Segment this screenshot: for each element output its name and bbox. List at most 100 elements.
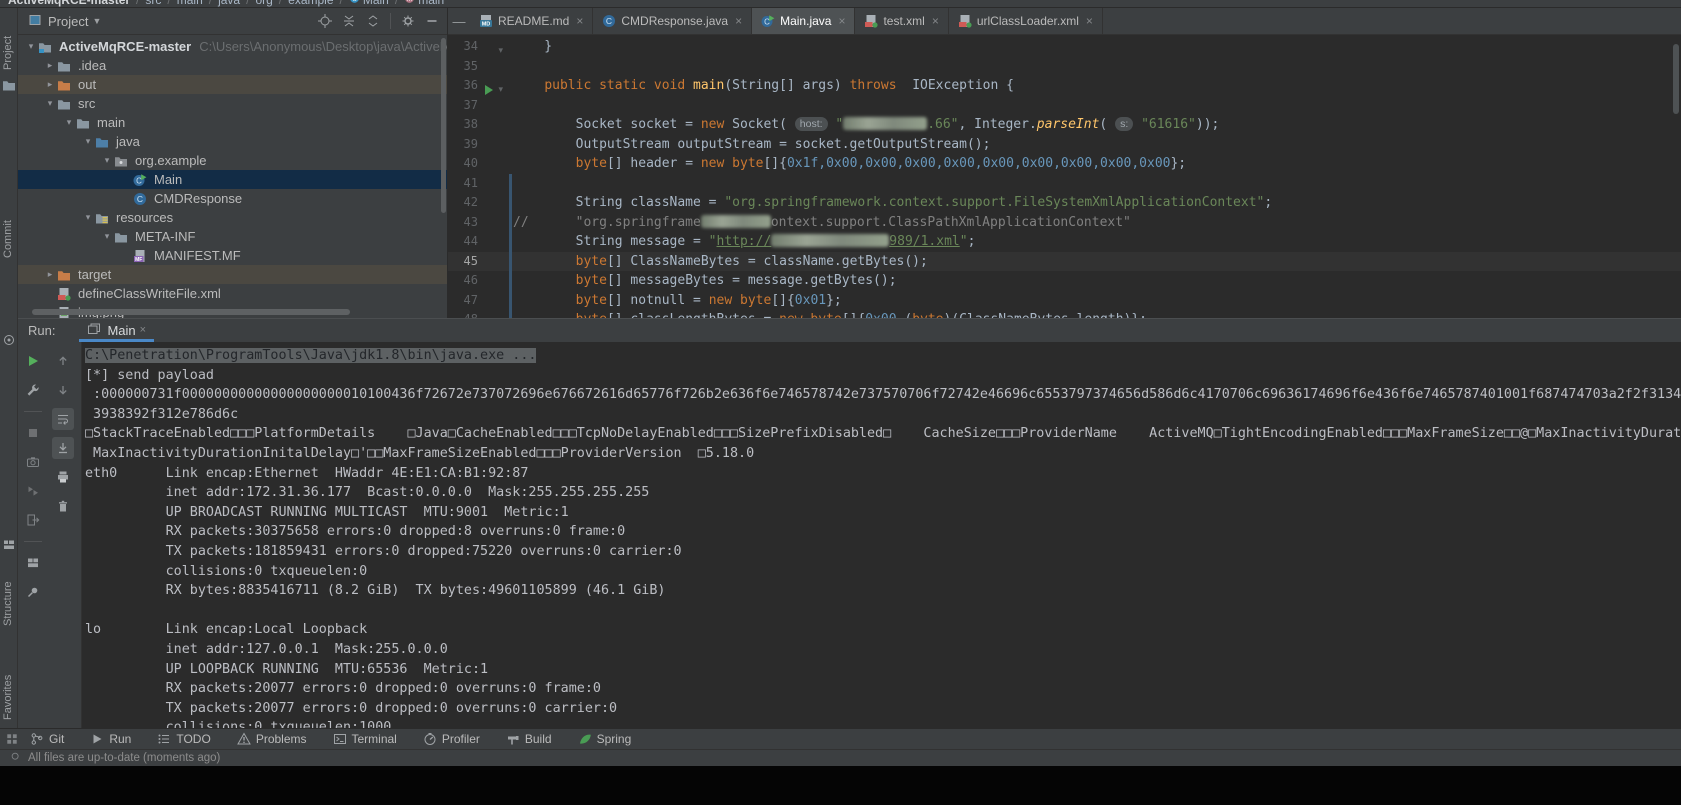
toolwindow-button-build[interactable]: Build [506, 732, 552, 746]
arrow-up-button[interactable] [52, 350, 74, 372]
tree-expander-icon[interactable]: ▾ [81, 208, 95, 227]
toolwindow-button-profiler[interactable]: Profiler [423, 732, 480, 746]
code-line-44[interactable]: 44 String message = "http://989/1.xml"; [448, 232, 1681, 252]
toolwindow-button-todo[interactable]: TODO [157, 732, 210, 746]
toolwindow-button-spring[interactable]: Spring [578, 732, 632, 746]
tree-expander-icon[interactable]: ▸ [43, 75, 57, 94]
tree-horizontal-scrollbar[interactable] [32, 309, 350, 315]
tree-vertical-scrollbar[interactable] [441, 38, 446, 213]
code-line-46[interactable]: 46 byte[] messageBytes = message.getByte… [448, 271, 1681, 291]
code-line-41[interactable]: 41 [448, 174, 1681, 194]
code-line-48[interactable]: 48 byte[] classLengthBytes = new byte[]{… [448, 310, 1681, 318]
toolwindow-button-run[interactable]: Run [90, 732, 131, 746]
tree-expander-icon[interactable]: ▾ [43, 94, 57, 113]
tree-expander-icon[interactable]: ▸ [43, 56, 57, 75]
code-line-38[interactable]: 38 Socket socket = new Socket( host: ".6… [448, 115, 1681, 135]
expand-collapse-icon[interactable] [366, 14, 380, 28]
code-editor[interactable]: 34▾ }3536▾ public static void main(Strin… [448, 35, 1681, 318]
code-line-45[interactable]: 45 byte[] ClassNameBytes = className.get… [448, 252, 1681, 272]
settings-button[interactable] [22, 379, 44, 401]
tree-item-META-INF[interactable]: ▾META-INF [18, 227, 447, 246]
breadcrumb-item-example[interactable]: example [288, 0, 333, 7]
tree-item-java[interactable]: ▾java [18, 132, 447, 151]
gear-icon[interactable] [401, 14, 415, 28]
tree-item-main[interactable]: ▾main [18, 113, 447, 132]
toolstripe-commit[interactable]: Commit [2, 220, 14, 258]
breadcrumb-item-Main[interactable]: CMain [349, 0, 389, 7]
stop-button[interactable] [22, 422, 44, 444]
layout-button[interactable] [22, 552, 44, 574]
run-tab-main[interactable]: Main × [79, 318, 154, 342]
toolwindow-button-terminal[interactable]: Terminal [333, 732, 397, 746]
project-panel-title[interactable]: Project [48, 14, 88, 29]
editor-scrollbar[interactable] [1673, 44, 1679, 114]
breadcrumb-item-ActiveMqRCE-master[interactable]: ActiveMqRCE-master [8, 0, 130, 7]
toolstripe-structure[interactable]: Structure [2, 581, 14, 626]
toolstripe-favorites[interactable]: Favorites [2, 675, 14, 720]
tree-expander-icon[interactable]: ▾ [100, 151, 114, 170]
editor-tab-urlClassLoader.xml[interactable]: urlClassLoader.xml× [949, 8, 1103, 34]
code-line-34[interactable]: 34▾ } [448, 37, 1681, 57]
breadcrumb-item-main[interactable]: main [177, 0, 203, 7]
tree-item-resources[interactable]: ▾resources [18, 208, 447, 227]
toolwindow-button-git[interactable]: Git [30, 732, 64, 746]
tree-expander-icon[interactable]: ▾ [100, 227, 114, 246]
tree-expander-icon[interactable]: ▾ [24, 37, 38, 56]
tree-item-.idea[interactable]: ▸.idea [18, 56, 447, 75]
code-line-39[interactable]: 39 OutputStream outputStream = socket.ge… [448, 135, 1681, 155]
softwrap-button[interactable] [52, 408, 74, 430]
tool-window-switcher-icon[interactable] [6, 733, 18, 745]
tree-item-out[interactable]: ▸out [18, 75, 447, 94]
tree-expander-icon[interactable]: ▾ [62, 113, 76, 132]
code-line-36[interactable]: 36▾ public static void main(String[] arg… [448, 76, 1681, 96]
tree-item-Main[interactable]: CMain [18, 170, 447, 189]
minus-icon[interactable] [425, 14, 439, 28]
code-line-43[interactable]: 43// "org.springframeontext.support.Clas… [448, 213, 1681, 233]
exit-button[interactable] [22, 509, 44, 531]
editor-tab-CMDResponse.java[interactable]: CCMDResponse.java× [593, 8, 752, 34]
tree-item-ActiveMqRCE-master[interactable]: ▾ActiveMqRCE-masterC:\Users\Anonymous\De… [18, 37, 447, 56]
tree-expander-icon[interactable]: ▸ [43, 265, 57, 284]
rerun-button[interactable] [22, 350, 44, 372]
breadcrumb-item-java[interactable]: java [218, 0, 240, 7]
tree-expander-icon[interactable]: ▾ [81, 132, 95, 151]
pin-button[interactable] [22, 581, 44, 603]
breadcrumb-item-main[interactable]: mmain [404, 0, 444, 7]
toolstripe-project[interactable]: Project [2, 36, 14, 70]
breadcrumb-item-org[interactable]: org [255, 0, 272, 7]
close-icon[interactable]: × [140, 324, 146, 336]
toolwindow-button-problems[interactable]: Problems [237, 732, 307, 746]
tree-item-src[interactable]: ▾src [18, 94, 447, 113]
trash-button[interactable] [52, 495, 74, 517]
tree-item-defineClassWriteFile.xml[interactable]: defineClassWriteFile.xml [18, 284, 447, 303]
arrow-down-button[interactable] [52, 379, 74, 401]
close-icon[interactable]: × [932, 14, 939, 28]
close-icon[interactable]: × [735, 14, 742, 28]
rerun-failed-button[interactable] [22, 480, 44, 502]
code-line-37[interactable]: 37 [448, 96, 1681, 116]
scrollend-button[interactable] [52, 437, 74, 459]
breadcrumb-item-src[interactable]: src [145, 0, 161, 7]
snapshot-button[interactable] [22, 451, 44, 473]
tabbar-minus-icon[interactable]: — [448, 8, 470, 34]
code-line-35[interactable]: 35 [448, 57, 1681, 77]
run-console[interactable]: C:\Penetration\ProgramTools\Java\jdk1.8\… [82, 342, 1681, 728]
print-button[interactable] [52, 466, 74, 488]
tree-item-target[interactable]: ▸target [18, 265, 447, 284]
tree-item-MANIFEST.MF[interactable]: MFMANIFEST.MF [18, 246, 447, 265]
editor-tab-Main.java[interactable]: CMain.java× [752, 8, 855, 34]
code-line-40[interactable]: 40 byte[] header = new byte[]{0x1f,0x00,… [448, 154, 1681, 174]
code-line-42[interactable]: 42 String className = "org.springframewo… [448, 193, 1681, 213]
editor-tab-README.md[interactable]: MDREADME.md× [470, 8, 593, 34]
tree-item-org.example[interactable]: ▾org.example [18, 151, 447, 170]
breadcrumb-label: org [255, 0, 272, 7]
locate-icon[interactable] [318, 14, 332, 28]
collapse-all-icon[interactable] [342, 14, 356, 28]
chevron-down-icon[interactable]: ▼ [92, 16, 101, 26]
tree-item-CMDResponse[interactable]: CCMDResponse [18, 189, 447, 208]
code-line-47[interactable]: 47 byte[] notnull = new byte[]{0x01}; [448, 291, 1681, 311]
close-icon[interactable]: × [576, 14, 583, 28]
editor-tab-test.xml[interactable]: test.xml× [855, 8, 948, 34]
close-icon[interactable]: × [838, 14, 845, 28]
close-icon[interactable]: × [1086, 14, 1093, 28]
